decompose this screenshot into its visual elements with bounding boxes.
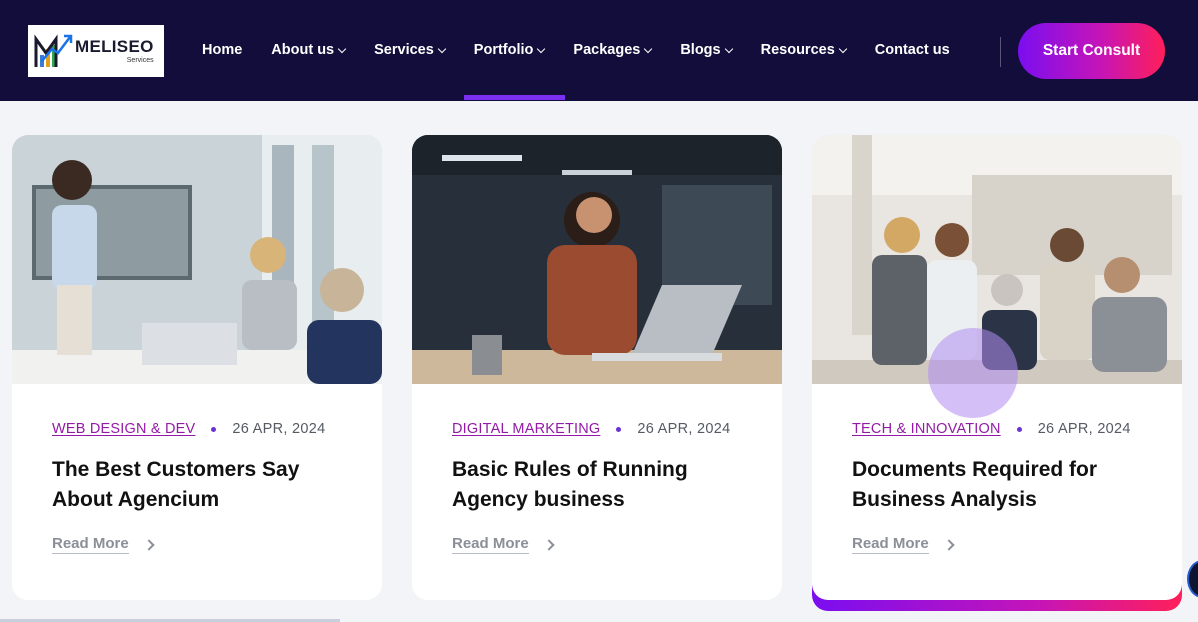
read-more-link[interactable]: Read More: [852, 535, 955, 554]
chevron-down-icon: [838, 44, 848, 53]
nav-label: Portfolio: [473, 42, 534, 58]
post-date: 26 APR, 2024: [637, 421, 731, 437]
read-more-label: Read More: [852, 535, 929, 554]
brand-sub: Services: [126, 57, 154, 64]
nav-label: Services: [374, 42, 434, 58]
nav-item-services[interactable]: Services: [374, 42, 447, 58]
read-more-link[interactable]: Read More: [452, 535, 555, 554]
nav-item-packages[interactable]: Packages: [573, 42, 653, 58]
blog-card: WEB DESIGN & DEV 26 APR, 2024 The Best C…: [12, 135, 382, 600]
office-presentation-photo[interactable]: [12, 135, 382, 384]
nav-item-portfolio[interactable]: Portfolio: [473, 42, 546, 58]
chevron-down-icon: [437, 44, 447, 53]
nav-label: Contact us: [874, 42, 950, 58]
post-date: 26 APR, 2024: [232, 421, 326, 437]
meta-separator-dot: [1016, 426, 1022, 432]
chevron-down-icon: [644, 44, 653, 53]
scroll-to-top-button[interactable]: [1187, 560, 1198, 598]
nav-item-home[interactable]: Home: [202, 42, 242, 58]
read-more-label: Read More: [52, 535, 129, 554]
chart-arrow-logo-icon: [34, 31, 74, 71]
category-link[interactable]: DIGITAL MARKETING: [452, 421, 600, 437]
nav-item-blogs[interactable]: Blogs: [680, 42, 733, 58]
post-title[interactable]: The Best Customers Say About Agencium: [52, 455, 352, 515]
nav-item-contact-us[interactable]: Contact us: [875, 42, 950, 58]
post-meta: DIGITAL MARKETING 26 APR, 2024: [452, 421, 731, 437]
blog-card: DIGITAL MARKETING 26 APR, 2024 Basic Rul…: [412, 135, 782, 600]
post-meta: TECH & INNOVATION 26 APR, 2024: [852, 421, 1131, 437]
brand-logo[interactable]: MELISEO Services: [28, 25, 164, 77]
brand-name: MELISEO: [75, 37, 154, 56]
category-link[interactable]: WEB DESIGN & DEV: [52, 421, 195, 437]
header-divider: [1000, 37, 1001, 67]
nav-item-about-us[interactable]: About us: [271, 42, 347, 58]
chevron-right-icon: [143, 538, 155, 551]
nav-label: Packages: [573, 42, 641, 58]
woman-on-phone-laptop-photo[interactable]: [412, 135, 782, 384]
site-header: MELISEO Services Home About us Services …: [0, 0, 1198, 101]
chevron-down-icon: [337, 44, 347, 53]
start-consult-button[interactable]: Start Consult: [1018, 23, 1165, 79]
nav-label: Blogs: [680, 42, 721, 58]
chevron-down-icon: [537, 44, 546, 53]
nav-label: Resources: [760, 42, 835, 58]
post-title[interactable]: Basic Rules of Running Agency business: [452, 455, 752, 515]
meta-separator-dot: [211, 426, 217, 432]
post-title[interactable]: Documents Required for Business Analysis: [852, 455, 1152, 515]
meta-separator-dot: [616, 426, 622, 432]
nav-label: Home: [202, 42, 243, 58]
nav-active-indicator: [464, 95, 565, 100]
chevron-right-icon: [943, 538, 955, 551]
cursor-hover-highlight: [928, 328, 1018, 418]
main-nav: Home About us Services Portfolio Package…: [202, 42, 979, 58]
category-link[interactable]: TECH & INNOVATION: [852, 421, 1001, 437]
read-more-link[interactable]: Read More: [52, 535, 155, 554]
chevron-down-icon: [724, 44, 733, 53]
nav-label: About us: [271, 42, 335, 58]
nav-item-resources[interactable]: Resources: [760, 42, 848, 58]
post-date: 26 APR, 2024: [1037, 421, 1131, 437]
chevron-right-icon: [543, 538, 555, 551]
read-more-label: Read More: [452, 535, 529, 554]
post-meta: WEB DESIGN & DEV 26 APR, 2024: [52, 421, 326, 437]
